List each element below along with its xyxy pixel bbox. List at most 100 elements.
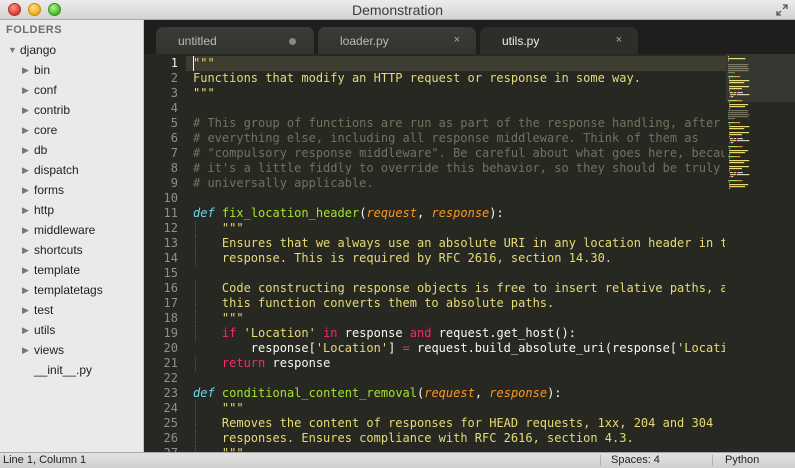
minimap-token	[739, 180, 742, 182]
line-number: 12	[163, 221, 178, 235]
minimap-token	[732, 140, 736, 142]
line-number: 2	[170, 71, 178, 85]
indent-guide	[195, 401, 196, 416]
tab-untitled[interactable]: untitled	[156, 27, 314, 54]
tree-item-label: __init__.py	[34, 363, 93, 377]
line-number: 23	[163, 386, 178, 400]
minimap-token	[729, 162, 745, 164]
line-number: 6	[170, 131, 178, 145]
disclosure-closed-icon: ▶	[22, 184, 29, 195]
minimap-token	[741, 180, 743, 182]
minimap-token	[728, 180, 729, 182]
minimap-token	[730, 172, 733, 174]
minimap-token	[739, 122, 741, 124]
minimap-token	[729, 128, 745, 130]
minimap-token	[728, 114, 750, 116]
tree-item-label: templatetags	[34, 283, 103, 297]
tree-item-label: shortcuts	[34, 243, 83, 257]
disclosure-closed-icon: ▶	[22, 284, 29, 295]
minimap-token	[731, 142, 734, 144]
tree-folder-views[interactable]: ▶ views	[22, 340, 64, 360]
tab-bar: untitled loader.py × utils.py ×	[144, 20, 795, 54]
minimap-token	[739, 156, 741, 158]
line-number: 20	[163, 341, 178, 355]
tree-folder-middleware[interactable]: ▶ middleware	[22, 220, 95, 240]
tab-loader-py[interactable]: loader.py ×	[318, 27, 476, 54]
tree-folder-test[interactable]: ▶ test	[22, 300, 53, 320]
code-editor[interactable]: 1 2 3 4 5 6 7 8 9 10 11 12 13 14 15 16 17 18 19 20 21 22 23 24 2…	[144, 54, 795, 452]
code-area[interactable]: """ Functions that modify an HTTP request…	[193, 54, 725, 452]
minimap-token	[729, 138, 730, 140]
indent-guide	[195, 281, 196, 296]
disclosure-closed-icon: ▶	[22, 144, 29, 155]
minimap-token	[728, 122, 729, 124]
tree-folder-dispatch[interactable]: ▶ dispatch	[22, 160, 79, 180]
tree-item-label: db	[34, 143, 48, 157]
tree-folder-django[interactable]: ▼ django	[8, 40, 56, 60]
minimap-token	[729, 148, 730, 150]
minimap-token	[728, 118, 735, 120]
line-number: 24	[163, 401, 178, 415]
line-number: 7	[170, 146, 178, 160]
tree-file[interactable]: __init__.py	[22, 360, 92, 380]
line-number: 11	[163, 206, 178, 220]
tree-folder-shortcuts[interactable]: ▶ shortcuts	[22, 240, 83, 260]
code-line: return response	[221, 356, 331, 370]
indent-guide	[195, 416, 196, 431]
disclosure-closed-icon: ▶	[22, 244, 29, 255]
code-line: response. This is required by RFC 2616, …	[221, 251, 613, 265]
tree-folder-conf[interactable]: ▶ conf	[22, 80, 57, 100]
tree-folder-core[interactable]: ▶ core	[22, 120, 57, 140]
tree-folder-forms[interactable]: ▶ forms	[22, 180, 64, 200]
line-number: 16	[163, 281, 178, 295]
indentation-setting[interactable]: Spaces: 4	[611, 454, 660, 466]
minimap-token	[737, 172, 743, 174]
syntax-selector[interactable]: Python	[725, 454, 759, 466]
indent-guide	[195, 236, 196, 251]
minimap-token	[729, 102, 730, 104]
code-line: # This group of functions are run as par…	[193, 116, 721, 130]
code-line: Ensures that we always use an absolute U…	[221, 236, 725, 250]
tree-folder-templatetags[interactable]: ▶ templatetags	[22, 280, 103, 300]
line-number: 10	[163, 191, 178, 205]
minimap-token	[729, 156, 735, 158]
tree-folder-http[interactable]: ▶ http	[22, 200, 54, 220]
tree-folder-db[interactable]: ▶ db	[22, 140, 47, 160]
code-line: # everything else, including all respons…	[193, 131, 699, 145]
minimap-token	[729, 126, 750, 128]
tree-item-label: bin	[34, 63, 51, 77]
line-number: 15	[163, 266, 178, 280]
code-line: responses. Ensures compliance with RFC 2…	[221, 431, 634, 445]
minimap-token	[733, 138, 737, 140]
minimap-token	[734, 122, 737, 124]
tab-utils-py[interactable]: utils.py ×	[480, 27, 638, 54]
tree-folder-bin[interactable]: ▶ bin	[22, 60, 50, 80]
close-tab-icon[interactable]: ×	[616, 34, 622, 46]
minimap-token	[729, 176, 731, 178]
line-number: 25	[163, 416, 178, 430]
minimap[interactable]	[726, 54, 795, 452]
minimap-viewport[interactable]	[726, 54, 795, 102]
minimap-token	[729, 142, 731, 144]
code-line: """	[221, 221, 244, 235]
disclosure-closed-icon: ▶	[22, 104, 29, 115]
tab-label: utils.py	[502, 33, 540, 48]
line-number: 26	[163, 431, 178, 445]
modified-dot-icon[interactable]	[289, 38, 296, 45]
close-tab-icon[interactable]: ×	[454, 34, 460, 46]
indent-guide	[195, 326, 196, 341]
tree-folder-contrib[interactable]: ▶ contrib	[22, 100, 70, 120]
tree-item-label: forms	[34, 183, 64, 197]
tree-folder-utils[interactable]: ▶ utils	[22, 320, 55, 340]
code-line: """	[221, 401, 244, 415]
fullscreen-icon[interactable]	[776, 4, 788, 16]
disclosure-closed-icon: ▶	[22, 224, 29, 235]
tree-item-label: django	[20, 43, 57, 57]
code-line: response['Location'] = request.build_abs…	[193, 341, 725, 355]
minimap-code-preview	[728, 56, 750, 190]
disclosure-open-icon: ▼	[8, 45, 17, 55]
tree-folder-template[interactable]: ▶ template	[22, 260, 80, 280]
tab-label: untitled	[178, 33, 217, 48]
code-line: """	[193, 86, 215, 100]
code-line: def fix_location_header(request, respons…	[193, 206, 504, 220]
